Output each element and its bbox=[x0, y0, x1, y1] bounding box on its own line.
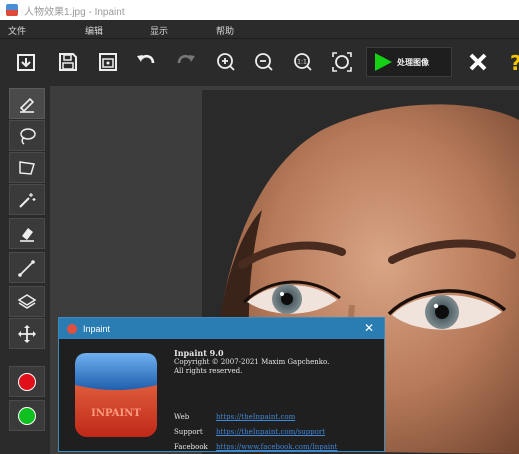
layers-tool[interactable] bbox=[9, 286, 45, 317]
process-image-button[interactable]: 处理图像 bbox=[366, 47, 452, 77]
zoom-out-icon[interactable] bbox=[252, 50, 276, 74]
menu-help[interactable]: 帮助 bbox=[216, 24, 234, 37]
open-icon[interactable] bbox=[14, 50, 38, 74]
dialog-title: Inpaint bbox=[83, 323, 111, 334]
link-row: Facebook https://www.facebook.com/Inpain… bbox=[174, 440, 337, 454]
app-icon bbox=[6, 4, 18, 16]
facebook-label: Facebook bbox=[174, 443, 208, 451]
menu-file[interactable]: 文件 bbox=[8, 24, 26, 37]
menu-edit[interactable]: 编辑 bbox=[85, 24, 103, 37]
process-image-label: 处理图像 bbox=[397, 57, 429, 67]
cancel-icon[interactable] bbox=[466, 50, 490, 74]
help-icon[interactable]: ? bbox=[508, 50, 519, 74]
green-color-button[interactable] bbox=[9, 400, 45, 431]
facebook-link[interactable]: https://www.facebook.com/Inpaint bbox=[216, 440, 337, 454]
svg-text:1:1: 1:1 bbox=[297, 59, 307, 66]
save-as-icon[interactable] bbox=[96, 50, 120, 74]
menu-view[interactable]: 显示 bbox=[150, 24, 168, 37]
web-label: Web bbox=[174, 413, 190, 421]
product-name: Inpaint 9.0 bbox=[174, 348, 224, 358]
green-color-swatch bbox=[18, 406, 36, 425]
about-text: Inpaint 9.0 Copyright © 2007-2021 Maxim … bbox=[174, 349, 329, 376]
eraser-tool[interactable] bbox=[9, 218, 45, 249]
support-link[interactable]: https://theInpaint.com/support bbox=[216, 425, 325, 440]
svg-text:?: ? bbox=[510, 51, 519, 73]
tools-panel bbox=[0, 86, 50, 454]
menu-bar: 文件 编辑 显示 帮助 bbox=[0, 20, 519, 38]
magic-wand-tool[interactable] bbox=[9, 184, 45, 215]
link-row: Support https://theInpaint.com/support bbox=[174, 425, 337, 440]
close-icon[interactable]: ✕ bbox=[364, 321, 374, 335]
dialog-body: INPAINT Inpaint 9.0 Copyright © 2007-202… bbox=[59, 339, 384, 451]
zoom-in-icon[interactable] bbox=[214, 50, 238, 74]
undo-icon[interactable] bbox=[134, 50, 158, 74]
lasso-tool[interactable] bbox=[9, 120, 45, 151]
title-bar: 人物效果1.jpg - Inpaint bbox=[0, 0, 519, 20]
marker-tool[interactable] bbox=[9, 88, 45, 119]
dialog-title-bar: Inpaint ✕ bbox=[59, 318, 384, 339]
actual-size-icon[interactable]: 1:1 bbox=[291, 50, 315, 74]
dialog-app-icon bbox=[67, 323, 77, 334]
red-color-swatch bbox=[18, 372, 36, 391]
support-label: Support bbox=[174, 428, 203, 436]
line-icon bbox=[18, 259, 35, 277]
links-list: Web https://theInpaint.com Support https… bbox=[174, 410, 337, 454]
layers-icon bbox=[17, 293, 37, 309]
save-icon[interactable] bbox=[56, 50, 80, 74]
redo-icon[interactable] bbox=[174, 50, 198, 74]
toolbar: 1:1 处理图像 ? bbox=[0, 38, 519, 86]
web-link[interactable]: https://theInpaint.com bbox=[216, 410, 295, 425]
eraser-icon bbox=[20, 227, 34, 242]
fit-window-icon[interactable] bbox=[330, 50, 354, 74]
move-icon bbox=[18, 324, 36, 343]
svg-text:INPAINT: INPAINT bbox=[91, 408, 141, 419]
inpaint-logo: INPAINT bbox=[75, 353, 157, 437]
polygon-lasso-tool[interactable] bbox=[9, 152, 45, 183]
copyright-text: Copyright © 2007-2021 Maxim Gapchenko. bbox=[174, 358, 330, 366]
about-dialog: Inpaint ✕ INPAINT Inpaint 9.0 Copyright … bbox=[58, 317, 385, 452]
lasso-icon bbox=[20, 127, 36, 145]
polygon-lasso-icon bbox=[19, 160, 35, 175]
magic-wand-icon bbox=[19, 192, 36, 208]
link-row: Web https://theInpaint.com bbox=[174, 410, 337, 425]
rights-text: All rights reserved. bbox=[174, 367, 243, 375]
line-tool[interactable] bbox=[9, 252, 45, 283]
move-tool[interactable] bbox=[9, 318, 45, 349]
red-color-button[interactable] bbox=[9, 366, 45, 397]
play-icon bbox=[375, 53, 392, 71]
marker-icon bbox=[19, 97, 35, 113]
window-title: 人物效果1.jpg - Inpaint bbox=[24, 6, 125, 18]
